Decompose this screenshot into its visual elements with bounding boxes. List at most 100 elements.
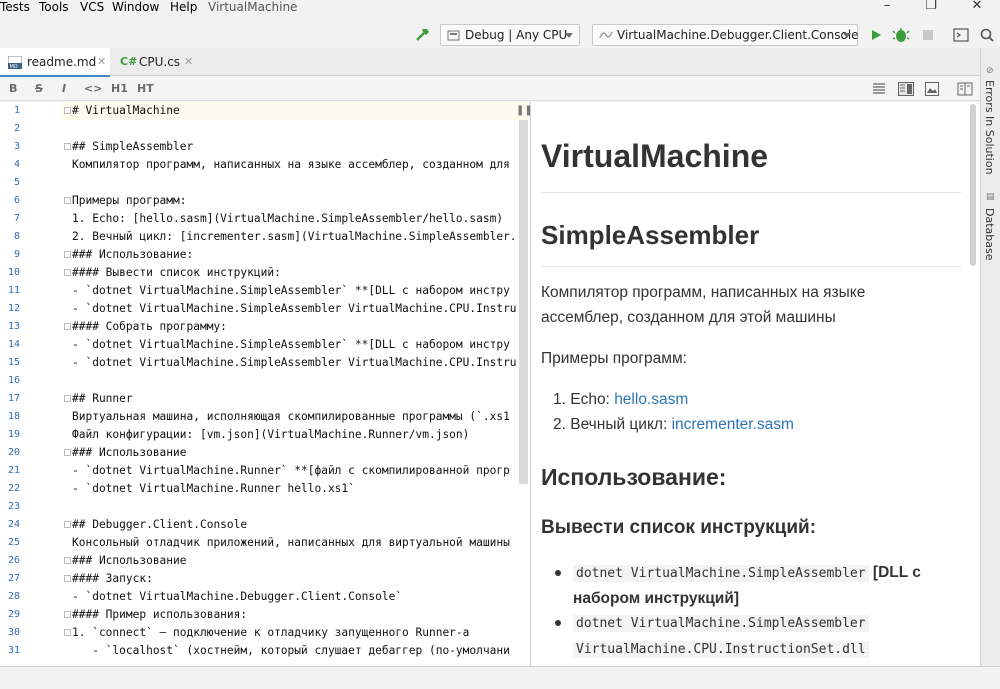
editor-only-icon[interactable] <box>872 82 886 96</box>
bold-button[interactable]: B <box>9 81 17 97</box>
link-hello-sasm[interactable]: hello.sasm <box>614 391 688 408</box>
build-hammer-icon[interactable] <box>414 24 432 46</box>
menu-vcs[interactable]: VCS <box>80 0 104 14</box>
tab-readme[interactable]: MD readme.md ✕ <box>0 48 110 78</box>
code-line: ### Использование <box>72 446 187 459</box>
status-bar <box>0 666 1000 689</box>
split-view-icon[interactable] <box>898 82 914 96</box>
run-icon[interactable] <box>868 24 884 46</box>
chevron-down-icon <box>843 33 851 38</box>
line-number: 31 <box>7 645 20 656</box>
line-number: 30 <box>7 627 20 638</box>
list-item: dotnet VirtualMachine.SimpleAssembler [D… <box>573 560 963 611</box>
heading1-button[interactable]: H1 <box>111 81 128 97</box>
pause-icon[interactable]: ❚❚ <box>516 105 530 116</box>
tab-cpu-cs[interactable]: C# CPU.cs ✕ <box>114 48 198 76</box>
terminal-icon[interactable] <box>952 24 970 46</box>
code-line: ### Использование: <box>72 248 194 261</box>
fold-marker-icon[interactable] <box>64 323 71 330</box>
line-number: 18 <box>7 411 20 422</box>
fold-marker-icon[interactable] <box>64 575 71 582</box>
search-icon[interactable] <box>978 24 996 46</box>
line-number: 1 <box>13 105 20 116</box>
fold-marker-icon[interactable] <box>64 611 71 618</box>
fold-marker-icon[interactable] <box>64 197 71 204</box>
code-line: Файл конфигурации: [vm.json](VirtualMach… <box>72 428 470 441</box>
menu-tools[interactable]: Tools <box>39 0 69 14</box>
debug-bug-icon[interactable] <box>892 24 910 46</box>
tool-window-database[interactable]: Database <box>983 208 996 261</box>
close-tab-icon[interactable]: ✕ <box>184 48 193 76</box>
editor-scrollbar[interactable] <box>519 120 528 484</box>
line-number: 17 <box>7 393 20 404</box>
code-line: 2. Вечный цикл: [incrementer.sasm](Virtu… <box>72 230 517 243</box>
code-line: ## Debugger.Client.Console <box>72 518 248 531</box>
line-number-gutter: 1 2 3 4 5 6 7 8 9 10 11 12 13 14 15 16 17 18 19 20 21 22 23 24 2… <box>0 102 71 666</box>
inline-code: dotnet VirtualMachine.SimpleAssembler <box>573 615 869 632</box>
code-line: #### Запуск: <box>72 572 153 585</box>
fold-marker-icon[interactable] <box>64 629 71 636</box>
line-number: 24 <box>7 519 20 530</box>
startup-project-select[interactable]: VirtualMachine.Debugger.Client.Console <box>592 24 859 46</box>
fold-marker-icon[interactable] <box>64 251 71 258</box>
fold-marker-icon[interactable] <box>64 269 71 276</box>
line-number: 13 <box>7 321 20 332</box>
fold-marker-icon[interactable] <box>64 449 71 456</box>
fold-marker-icon[interactable] <box>64 521 71 528</box>
close-tab-icon[interactable]: ✕ <box>97 48 106 76</box>
inline-code: dotnet VirtualMachine.SimpleAssembler <box>573 565 869 582</box>
tab-label: readme.md <box>27 55 97 69</box>
menu-window[interactable]: Window <box>112 0 159 14</box>
line-number: 3 <box>13 141 20 152</box>
line-number: 7 <box>13 213 20 224</box>
line-number: 15 <box>7 357 20 368</box>
markdown-preview: VirtualMachine SimpleAssembler Компилято… <box>530 102 980 666</box>
editor-tabs: MD readme.md ✕ C# CPU.cs ✕ <box>0 48 1000 78</box>
preview-only-icon[interactable] <box>925 82 939 96</box>
code-button[interactable]: <> <box>84 81 102 97</box>
line-number: 4 <box>13 159 20 170</box>
maximize-icon[interactable]: ❐ <box>920 0 942 14</box>
inline-code: VirtualMachine.CPU.InstructionSet.dll <box>573 641 869 658</box>
configuration-select[interactable]: Debug | Any CPU <box>440 24 580 46</box>
menu-help[interactable]: Help <box>170 0 197 14</box>
code-line: - `dotnet VirtualMachine.SimpleAssembler… <box>72 338 510 351</box>
tool-window-errors-in-solution[interactable]: Errors In Solution <box>983 80 996 175</box>
svg-text:MD: MD <box>10 64 18 69</box>
fold-marker-icon[interactable] <box>64 107 71 114</box>
line-number: 11 <box>7 285 20 296</box>
code-line: #### Собрать программу: <box>72 320 227 333</box>
configuration-icon <box>447 30 460 41</box>
heading-toggle-button[interactable]: HT <box>137 81 154 97</box>
database-icon: ▤ <box>986 192 995 202</box>
bullet <box>555 570 561 576</box>
code-line: - `dotnet VirtualMachine.Runner hello.xs… <box>72 482 355 495</box>
layout-options-icon[interactable] <box>957 81 973 97</box>
preview-h2: SimpleAssembler <box>541 220 760 250</box>
stop-icon[interactable] <box>920 24 936 46</box>
fold-marker-icon[interactable] <box>64 395 71 402</box>
link-incrementer-sasm[interactable]: incrementer.sasm <box>672 416 794 433</box>
line-number: 19 <box>7 429 20 440</box>
strikethrough-button[interactable]: S <box>35 81 43 97</box>
close-window-icon[interactable]: ✕ <box>966 0 988 14</box>
line-number: 14 <box>7 339 20 350</box>
italic-button[interactable]: I <box>62 81 66 97</box>
list-item-text: 1. Echo: <box>553 391 615 408</box>
tool-window-strip: ⊘ Errors In Solution ▤ Database <box>980 48 1000 668</box>
strong-text: [DLL с <box>872 564 921 581</box>
preview-paragraph: Примеры программ: <box>541 350 687 367</box>
minimize-icon[interactable]: – <box>876 0 898 14</box>
line-number: 23 <box>7 501 20 512</box>
preview-scrollbar[interactable] <box>970 104 976 266</box>
fold-marker-icon[interactable] <box>64 143 71 150</box>
menu-tests[interactable]: Tests <box>0 0 30 14</box>
chevron-down-icon <box>565 33 573 38</box>
main-toolbar: Tests Tools VCS Window Help VirtualMachi… <box>0 0 1000 48</box>
fold-marker-icon[interactable] <box>64 557 71 564</box>
code-line: 1. Echo: [hello.sasm](VirtualMachine.Sim… <box>72 212 504 225</box>
line-number: 27 <box>7 573 20 584</box>
line-number: 16 <box>7 375 20 386</box>
list-item: 2. Вечный цикл: incrementer.sasm <box>553 412 794 437</box>
markdown-editor[interactable]: 1 2 3 4 5 6 7 8 9 10 11 12 13 14 15 16 17 18 19 20 21 22 23 24 2… <box>0 102 530 666</box>
